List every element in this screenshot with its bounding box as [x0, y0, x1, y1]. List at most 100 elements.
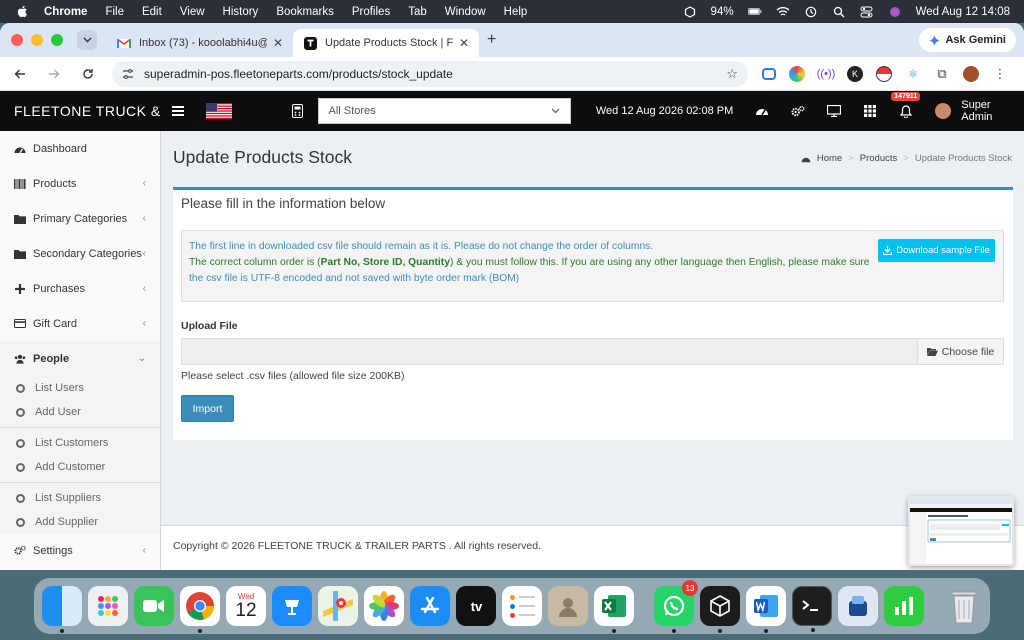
chrome-icon[interactable]: [180, 586, 220, 633]
whatsapp-icon[interactable]: 13: [654, 580, 698, 633]
ask-gemini-button[interactable]: Ask Gemini: [919, 28, 1016, 52]
extension-atom-icon[interactable]: ⚛: [905, 65, 921, 82]
excel-icon[interactable]: [594, 586, 634, 633]
calculator-icon[interactable]: [291, 104, 304, 118]
close-tab-icon[interactable]: ✕: [273, 36, 283, 50]
notifications-bell-icon[interactable]: 147911: [891, 92, 921, 118]
user-menu[interactable]: Super Admin: [935, 99, 1024, 123]
sidebar-item-purchases[interactable]: Purchases ‹: [0, 271, 160, 306]
extension-pokeball-icon[interactable]: [876, 65, 892, 82]
control-center-icon[interactable]: [860, 6, 874, 18]
profile-avatar[interactable]: [963, 65, 979, 82]
sidebar-item-people[interactable]: People ⌄: [0, 341, 160, 376]
menu-view[interactable]: View: [180, 6, 205, 18]
grid-apps-icon[interactable]: [863, 104, 877, 118]
cube-status-icon[interactable]: [683, 5, 697, 18]
extension-k-icon[interactable]: K: [847, 65, 863, 82]
menu-tab[interactable]: Tab: [408, 6, 427, 18]
menubar-clock[interactable]: Wed Aug 12 14:08: [916, 6, 1010, 18]
us-flag-icon[interactable]: [205, 103, 232, 119]
cube-app-icon[interactable]: [700, 586, 740, 633]
breadcrumb-home[interactable]: Home: [817, 153, 842, 164]
sidebar-item-dashboard[interactable]: Dashboard: [0, 131, 160, 166]
store-select[interactable]: All Stores: [317, 98, 571, 124]
battery-icon[interactable]: [747, 6, 762, 18]
brand-logo[interactable]: FLEETONE TRUCK &: [0, 103, 160, 119]
apple-icon[interactable]: [16, 5, 30, 19]
new-tab-button[interactable]: +: [487, 31, 496, 49]
reload-button[interactable]: [80, 66, 96, 82]
choose-file-button[interactable]: Choose file: [917, 339, 1003, 364]
launchpad-icon[interactable]: [88, 586, 128, 626]
sidebar-subitem-add-customer[interactable]: Add Customer: [0, 455, 160, 479]
folder-icon: [14, 248, 26, 260]
numbers-icon[interactable]: [884, 586, 924, 626]
sidebar-item-primary-categories[interactable]: Primary Categories ‹: [0, 201, 160, 236]
menu-app-name[interactable]: Chrome: [44, 6, 87, 18]
close-window-button[interactable]: [11, 34, 23, 46]
time-machine-icon[interactable]: [804, 6, 818, 18]
menu-history[interactable]: History: [223, 6, 259, 18]
reminders-icon[interactable]: [502, 586, 542, 626]
screenshot-thumbnail-preview[interactable]: [908, 496, 1014, 566]
sidebar-item-secondary-categories[interactable]: Secondary Categories ‹: [0, 236, 160, 271]
settings-cogs-icon[interactable]: [791, 104, 805, 118]
extension-screen-icon[interactable]: [762, 67, 776, 80]
forward-button[interactable]: [46, 66, 62, 82]
spotlight-search-icon[interactable]: [832, 6, 846, 18]
calendar-icon[interactable]: Wed 12: [226, 586, 266, 626]
menu-help[interactable]: Help: [504, 6, 528, 18]
maps-icon[interactable]: [318, 586, 358, 626]
extension-broadcast-icon[interactable]: ((•)): [817, 65, 835, 82]
menu-file[interactable]: File: [105, 6, 124, 18]
word-icon[interactable]: [746, 586, 786, 633]
tab-gmail[interactable]: Inbox (73) - kooolabhi4u@gm ✕: [107, 29, 293, 57]
photos-icon[interactable]: [364, 586, 404, 626]
extension-colorful-icon[interactable]: [789, 65, 805, 82]
facetime-icon[interactable]: [134, 586, 174, 626]
download-sample-file-button[interactable]: Download sample File: [878, 239, 995, 262]
sidebar-subitem-add-user[interactable]: Add User: [0, 400, 160, 424]
sidebar-subitem-list-customers[interactable]: List Customers: [0, 431, 160, 455]
bookmark-star-icon[interactable]: ☆: [726, 66, 738, 82]
sidebar-item-gift-card[interactable]: Gift Card ‹: [0, 306, 160, 341]
dashboard-gauge-icon[interactable]: [755, 104, 769, 118]
address-bar[interactable]: superadmin-pos.fleetoneparts.com/product…: [112, 60, 748, 87]
menu-bookmarks[interactable]: Bookmarks: [276, 6, 334, 18]
site-info-icon[interactable]: [122, 68, 134, 80]
upload-file-input[interactable]: Choose file: [181, 338, 1004, 365]
back-button[interactable]: [12, 66, 28, 82]
import-button[interactable]: Import: [181, 395, 234, 422]
sidebar-subitem-add-supplier[interactable]: Add Supplier: [0, 510, 160, 534]
finder-icon[interactable]: [42, 586, 82, 633]
url-text[interactable]: superadmin-pos.fleetoneparts.com/product…: [144, 67, 726, 81]
terminal-icon[interactable]: [792, 586, 832, 632]
chrome-menu-icon[interactable]: ⋮: [992, 65, 1008, 82]
sidebar-toggle-icon[interactable]: [171, 106, 184, 116]
sidebar-item-products[interactable]: Products ‹: [0, 166, 160, 201]
siri-icon[interactable]: [888, 6, 902, 18]
sidebar-subitem-list-users[interactable]: List Users: [0, 376, 160, 400]
menu-window[interactable]: Window: [445, 6, 486, 18]
apple-tv-icon[interactable]: tv: [456, 586, 496, 626]
breadcrumb-products[interactable]: Products: [860, 153, 898, 164]
menu-profiles[interactable]: Profiles: [352, 6, 390, 18]
wifi-icon[interactable]: [776, 6, 790, 18]
page-footer: Copyright © 2026 FLEETONE TRUCK & TRAILE…: [161, 525, 1024, 570]
sidebar-item-settings[interactable]: Settings ‹: [0, 534, 160, 567]
sidebar-subitem-list-suppliers[interactable]: List Suppliers: [0, 486, 160, 510]
minimize-window-button[interactable]: [31, 34, 43, 46]
app-store-icon[interactable]: [410, 586, 450, 626]
extensions-puzzle-icon[interactable]: ⧉: [934, 65, 950, 82]
trash-icon[interactable]: [944, 586, 984, 626]
preview-app-icon[interactable]: [838, 586, 878, 626]
tab-search-button[interactable]: [77, 30, 97, 50]
monitor-icon[interactable]: [827, 104, 842, 118]
zoom-window-button[interactable]: [51, 34, 63, 46]
keynote-icon[interactable]: [272, 586, 312, 626]
menu-edit[interactable]: Edit: [142, 6, 162, 18]
contacts-icon[interactable]: [548, 586, 588, 626]
box-title: Please fill in the information below: [181, 196, 386, 211]
tab-update-products-stock[interactable]: Update Products Stock | FLEE ✕: [293, 29, 479, 57]
close-tab-icon[interactable]: ✕: [459, 36, 469, 50]
